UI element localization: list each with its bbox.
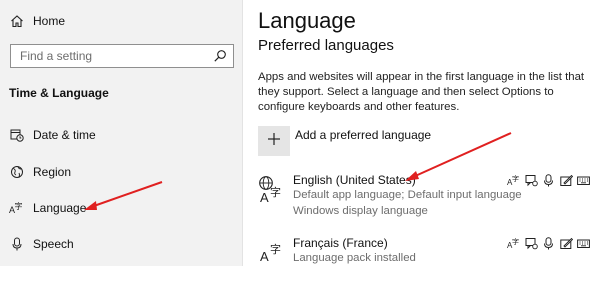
speech-recognition-icon bbox=[525, 174, 538, 187]
svg-text:A: A bbox=[260, 249, 269, 264]
section-title: Time & Language bbox=[9, 86, 109, 100]
keyboard-icon bbox=[577, 237, 590, 250]
svg-text:字: 字 bbox=[15, 201, 23, 211]
svg-text:字: 字 bbox=[270, 242, 281, 256]
sidebar-item-label: Language bbox=[33, 201, 87, 215]
calendar-clock-icon bbox=[9, 127, 25, 143]
sidebar-item-language[interactable]: A字 Language bbox=[0, 191, 242, 225]
home-icon bbox=[9, 13, 25, 29]
add-language-button[interactable] bbox=[258, 126, 290, 156]
language-pack-icon: A字 bbox=[507, 237, 520, 250]
language-item-french[interactable]: A 字 Français (France) Language pack inst… bbox=[258, 236, 600, 288]
main-content: Language Preferred languages Apps and we… bbox=[258, 0, 600, 266]
sidebar-item-speech[interactable]: Speech bbox=[0, 227, 242, 261]
microphone-icon bbox=[542, 237, 555, 250]
svg-text:字: 字 bbox=[512, 237, 519, 246]
globe-icon bbox=[9, 164, 25, 180]
svg-text:字: 字 bbox=[512, 174, 519, 183]
language-status: Default app language; Default input lang… bbox=[293, 189, 522, 201]
handwriting-icon bbox=[560, 174, 573, 187]
language-name: English (United States) bbox=[293, 173, 416, 187]
microphone-icon bbox=[9, 236, 25, 252]
pane-divider bbox=[242, 0, 243, 266]
display-language-icon: A 字 bbox=[258, 175, 284, 205]
sidebar-item-date-time[interactable]: Date & time bbox=[0, 118, 242, 152]
speech-recognition-icon bbox=[525, 237, 538, 250]
search-box[interactable] bbox=[10, 44, 234, 68]
add-language-label[interactable]: Add a preferred language bbox=[295, 128, 431, 142]
language-icon: A字 bbox=[9, 200, 25, 216]
language-pack-icon: A字 bbox=[507, 174, 520, 187]
section-subtitle: Preferred languages bbox=[258, 37, 394, 54]
sidebar-item-region[interactable]: Region bbox=[0, 155, 242, 189]
sidebar: Home Time & Language Date & time Region … bbox=[0, 0, 242, 266]
language-status: Language pack installed bbox=[293, 252, 416, 264]
home-label: Home bbox=[33, 14, 66, 28]
svg-text:A: A bbox=[260, 190, 269, 205]
handwriting-icon bbox=[560, 237, 573, 250]
home-nav-item[interactable]: Home bbox=[0, 4, 242, 38]
language-status-secondary: Windows display language bbox=[293, 205, 428, 217]
language-icon: A 字 bbox=[258, 238, 284, 268]
language-name: Français (France) bbox=[293, 236, 388, 250]
sidebar-item-label: Date & time bbox=[33, 128, 96, 142]
language-item-english[interactable]: A 字 English (United States) Default app … bbox=[258, 173, 600, 225]
microphone-icon bbox=[542, 174, 555, 187]
description-text: Apps and websites will appear in the fir… bbox=[258, 71, 585, 113]
page-title: Language bbox=[258, 8, 356, 33]
sidebar-item-label: Speech bbox=[33, 237, 74, 251]
keyboard-icon bbox=[577, 174, 590, 187]
svg-text:字: 字 bbox=[270, 185, 281, 199]
search-input[interactable] bbox=[11, 45, 215, 67]
sidebar-item-label: Region bbox=[33, 165, 72, 179]
plus-icon bbox=[267, 132, 281, 151]
search-icon[interactable] bbox=[213, 49, 227, 63]
